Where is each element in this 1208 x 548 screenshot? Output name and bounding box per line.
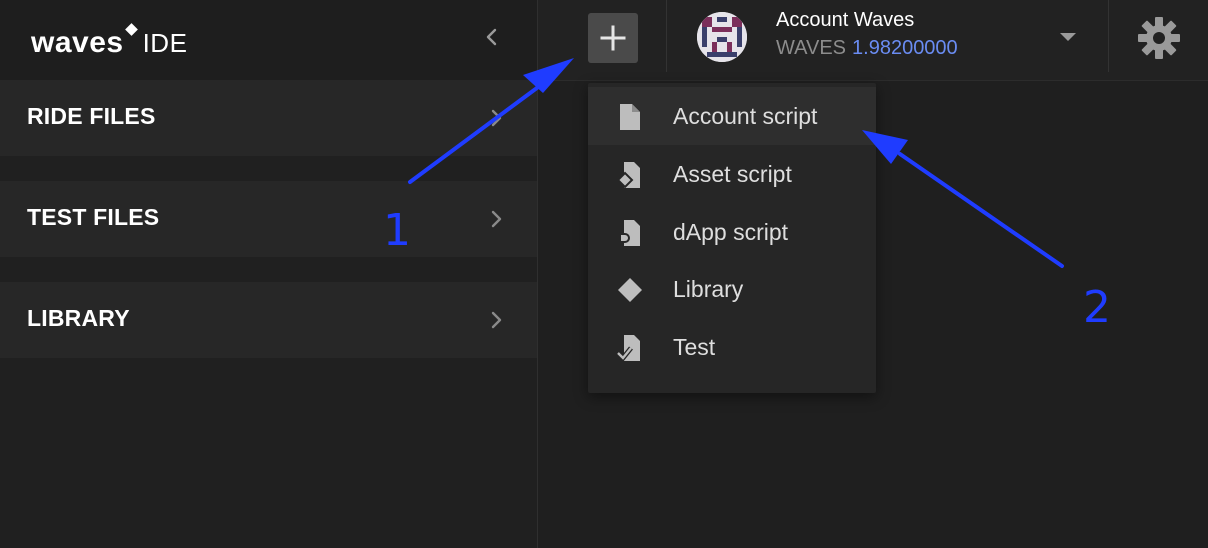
dapp-script-icon [619, 220, 640, 246]
section-label: LIBRARY [27, 305, 130, 331]
chevron-right-icon [491, 311, 502, 329]
menu-item-label: Asset script [673, 161, 792, 187]
settings-button[interactable] [1135, 14, 1183, 62]
menu-item-dapp-script[interactable]: dApp script [588, 203, 876, 261]
menu-item-label: Account script [673, 103, 818, 129]
account-name: Account Waves [776, 9, 915, 31]
divider [666, 0, 667, 72]
logo-suffix: IDE [142, 28, 188, 58]
asset-script-icon [616, 162, 640, 189]
section-label: RIDE FILES [27, 103, 156, 129]
diamond-icon [618, 278, 642, 302]
account-avatar[interactable] [697, 12, 747, 62]
divider [1108, 0, 1109, 72]
menu-item-label: Library [673, 276, 744, 302]
collapse-sidebar-button[interactable] [478, 22, 506, 52]
balance-currency: WAVES [776, 37, 847, 59]
menu-item-library[interactable]: Library [588, 260, 876, 318]
annotation-marker-1: 1 [383, 205, 411, 256]
sidebar: waves IDE RIDE FILES TEST FILES LIBRARY [0, 0, 538, 548]
gear-icon [1138, 17, 1180, 59]
menu-item-test[interactable]: Test [588, 318, 876, 376]
new-file-menu: Account script Asset script dApp script … [588, 83, 876, 393]
menu-item-account-script[interactable]: Account script [588, 87, 876, 145]
sidebar-section-ride-files[interactable]: RIDE FILES [0, 80, 537, 156]
test-script-icon [616, 335, 640, 362]
logo-diamond-icon [124, 23, 138, 36]
sidebar-header: waves IDE [0, 0, 537, 80]
sidebar-section-library[interactable]: LIBRARY [0, 282, 537, 358]
account-dropdown-caret-icon[interactable] [1058, 30, 1078, 44]
section-label: TEST FILES [27, 204, 160, 230]
menu-item-label: Test [673, 334, 716, 360]
waves-ide-window: waves IDE RIDE FILES TEST FILES LIBRARY … [0, 0, 1208, 548]
annotation-marker-2: 2 [1083, 282, 1111, 333]
new-file-button[interactable] [588, 13, 638, 63]
waves-ide-logo: waves IDE [31, 18, 187, 58]
chevron-right-icon [491, 210, 502, 228]
plus-icon [600, 25, 626, 51]
account-balance: WAVES 1.98200000 [776, 37, 958, 60]
file-icon [620, 104, 640, 130]
sidebar-section-test-files[interactable]: TEST FILES [0, 181, 537, 257]
chevron-left-icon [486, 28, 497, 46]
identicon-icon [697, 12, 747, 62]
chevron-right-icon [491, 109, 502, 127]
menu-item-asset-script[interactable]: Asset script [588, 145, 876, 203]
menu-item-label: dApp script [673, 219, 789, 245]
logo-wordmark: waves [31, 26, 124, 59]
balance-amount: 1.98200000 [852, 37, 958, 59]
